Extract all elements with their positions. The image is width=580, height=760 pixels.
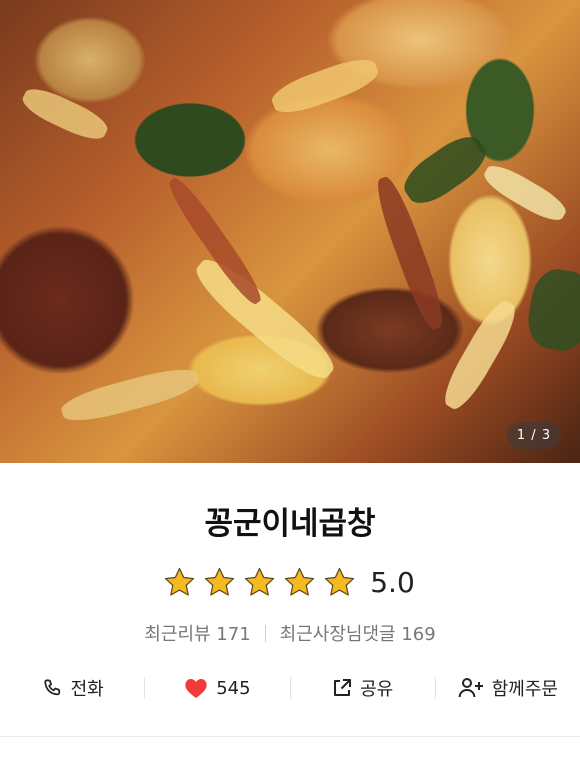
recent-reviews-link[interactable]: 최근리뷰 171	[144, 620, 250, 646]
call-label: 전화	[70, 679, 104, 700]
hero-photo[interactable]: 1 / 3	[0, 0, 580, 463]
heart-icon	[184, 677, 208, 699]
store-name: 꽁군이네곱창	[204, 506, 376, 542]
phone-icon	[41, 677, 63, 699]
star-icon	[163, 566, 196, 599]
like-count: 545	[216, 677, 251, 699]
star-rating	[163, 566, 356, 599]
call-button[interactable]: 전화	[0, 675, 144, 701]
group-order-button[interactable]: 함께주문	[436, 675, 580, 701]
owner-replies-link[interactable]: 최근사장님댓글 169	[280, 620, 436, 646]
like-button[interactable]: 545	[145, 677, 289, 699]
share-button[interactable]: 공유	[291, 675, 435, 701]
action-bar: 전화 545 공유 함께주문	[0, 666, 580, 710]
share-icon	[332, 678, 352, 698]
add-person-icon	[458, 677, 484, 699]
star-icon	[323, 566, 356, 599]
star-icon	[243, 566, 276, 599]
review-counts: 최근리뷰 171 최근사장님댓글 169	[0, 620, 580, 646]
rating-row: 5.0	[0, 562, 580, 602]
group-order-label: 함께주문	[491, 679, 558, 700]
star-icon	[283, 566, 316, 599]
share-label: 공유	[360, 679, 394, 700]
divider	[0, 736, 580, 737]
star-icon	[203, 566, 236, 599]
rating-score: 5.0	[370, 565, 415, 599]
gallery-page-indicator: 1 / 3	[507, 422, 561, 449]
divider	[264, 624, 266, 642]
